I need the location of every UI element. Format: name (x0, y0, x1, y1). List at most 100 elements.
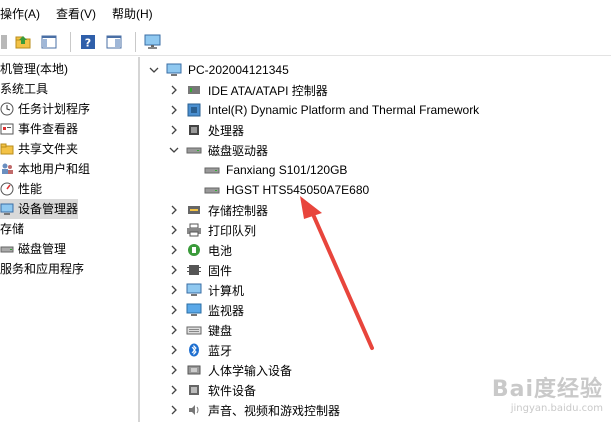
category-keyboards[interactable]: 键盘 (168, 320, 232, 340)
ide-controller-icon (188, 86, 200, 94)
chevron-right-icon[interactable] (168, 224, 180, 236)
nav-label: 设备管理器 (17, 202, 78, 216)
nav-label: 本地用户和组 (18, 162, 91, 176)
help-icon: ? (81, 34, 95, 49)
category-label: 电池 (208, 243, 233, 258)
menu-view[interactable]: 查看(V) (48, 0, 104, 28)
shared-folder-icon (0, 143, 14, 155)
category-label: 软件设备 (208, 383, 257, 398)
watermark-sub: jingyan.baidu.com (510, 403, 603, 414)
chevron-right-icon[interactable] (168, 104, 180, 116)
event-viewer-icon (0, 123, 14, 135)
device-disk-fanxiang[interactable]: Fanxiang S101/120GB (204, 160, 347, 180)
properties-button[interactable] (103, 31, 125, 53)
chevron-right-icon[interactable] (168, 244, 180, 256)
category-label: IDE ATA/ATAPI 控制器 (208, 83, 328, 98)
nav-local-users[interactable]: 本地用户和组 (0, 159, 90, 179)
nav-computer-management[interactable]: 机管理(本地) (0, 59, 68, 79)
menu-action[interactable]: 操作(A) (0, 0, 48, 28)
category-label: 监视器 (208, 303, 245, 318)
device-label: Fanxiang S101/120GB (226, 163, 348, 177)
svg-text:?: ? (85, 36, 91, 49)
category-bluetooth[interactable]: 蓝牙 (168, 340, 232, 360)
nav-label: 事件查看器 (18, 122, 79, 136)
category-label: 声音、视频和游戏控制器 (208, 403, 341, 418)
nav-label: 存储 (0, 222, 25, 236)
tree-root[interactable]: PC-202004121345 (148, 60, 289, 80)
help-button[interactable]: ? (77, 31, 99, 53)
nav-shared-folders[interactable]: 共享文件夹 (0, 139, 78, 159)
device-manager-icon (0, 203, 14, 215)
show-hide-tree-button[interactable] (38, 31, 60, 53)
toolbar-separator (135, 31, 136, 52)
category-label: 打印队列 (208, 223, 257, 238)
chevron-right-icon[interactable] (168, 404, 180, 416)
category-label: 蓝牙 (208, 343, 233, 358)
category-print-queues[interactable]: 打印队列 (168, 220, 256, 240)
category-hid[interactable]: 人体学输入设备 (168, 360, 292, 380)
chevron-right-icon[interactable] (168, 124, 180, 136)
computer-icon (186, 283, 202, 296)
nav-label: 共享文件夹 (18, 142, 79, 156)
chevron-down-icon[interactable] (168, 144, 180, 156)
category-label: 处理器 (208, 123, 245, 138)
chevron-right-icon[interactable] (168, 204, 180, 216)
monitor-icon (186, 303, 202, 316)
chevron-right-icon[interactable] (168, 324, 180, 336)
nav-label: 机管理(本地) (0, 62, 68, 76)
scan-hardware-button[interactable] (142, 31, 164, 53)
chevron-right-icon[interactable] (168, 84, 180, 96)
disk-drive-icon (186, 147, 202, 154)
category-label: 存储控制器 (208, 203, 269, 218)
menu-bar: 操作(A) 查看(V) 帮助(H) (0, 0, 611, 28)
category-ide-controller[interactable]: IDE ATA/ATAPI 控制器 (168, 80, 328, 100)
nav-system-tools[interactable]: 系统工具 (0, 79, 48, 99)
folder-up-button[interactable] (12, 31, 34, 53)
category-processor[interactable]: 处理器 (168, 120, 244, 140)
back-button[interactable] (0, 31, 8, 53)
performance-icon (0, 182, 14, 196)
nav-storage[interactable]: 存储 (0, 219, 24, 239)
nav-performance[interactable]: 性能 (0, 179, 42, 199)
device-tree: PC-202004121345 IDE ATA/ATAPI 控制器 Intel(… (142, 57, 611, 422)
category-batteries[interactable]: 电池 (168, 240, 232, 260)
category-computer[interactable]: 计算机 (168, 280, 244, 300)
keyboard-icon (186, 326, 202, 335)
storage-controller-icon (188, 206, 200, 214)
disk-management-icon (0, 246, 14, 253)
toolbar-separator (70, 31, 71, 52)
category-sound-video-game[interactable]: 声音、视频和游戏控制器 (168, 400, 340, 420)
nav-task-scheduler[interactable]: 任务计划程序 (0, 99, 90, 119)
chevron-down-icon[interactable] (148, 64, 160, 76)
chevron-right-icon[interactable] (168, 304, 180, 316)
nav-disk-management[interactable]: 磁盘管理 (0, 239, 66, 259)
firmware-icon (187, 265, 201, 275)
show-hide-tree-icon (41, 35, 57, 48)
menu-help[interactable]: 帮助(H) (104, 0, 161, 28)
chevron-right-icon[interactable] (168, 364, 180, 376)
device-label: HGST HTS545050A7E680 (226, 183, 370, 197)
chevron-right-icon[interactable] (168, 344, 180, 356)
nav-services-applications[interactable]: 服务和应用程序 (0, 259, 84, 279)
disk-drive-icon (204, 187, 220, 194)
chevron-right-icon[interactable] (168, 264, 180, 276)
category-label: Intel(R) Dynamic Platform and Thermal Fr… (208, 103, 480, 117)
category-software-devices[interactable]: 软件设备 (168, 380, 256, 400)
folder-up-icon (15, 35, 31, 48)
chevron-right-icon[interactable] (168, 284, 180, 296)
category-label: 计算机 (208, 283, 245, 298)
category-disk-drives[interactable]: 磁盘驱动器 (168, 140, 268, 160)
back-icon (1, 34, 7, 49)
category-firmware[interactable]: 固件 (168, 260, 232, 280)
chevron-right-icon[interactable] (168, 384, 180, 396)
category-storage-controllers[interactable]: 存储控制器 (168, 200, 268, 220)
nav-device-manager[interactable]: 设备管理器 (0, 199, 78, 219)
properties-icon (106, 35, 122, 48)
processor-icon (189, 125, 199, 135)
category-monitors[interactable]: 监视器 (168, 300, 244, 320)
nav-event-viewer[interactable]: 事件查看器 (0, 119, 78, 139)
device-disk-hgst[interactable]: HGST HTS545050A7E680 (204, 180, 369, 200)
category-intel-dptf[interactable]: Intel(R) Dynamic Platform and Thermal Fr… (168, 100, 479, 120)
watermark-main: Bai度经验 (491, 377, 603, 402)
battery-icon (188, 244, 200, 256)
